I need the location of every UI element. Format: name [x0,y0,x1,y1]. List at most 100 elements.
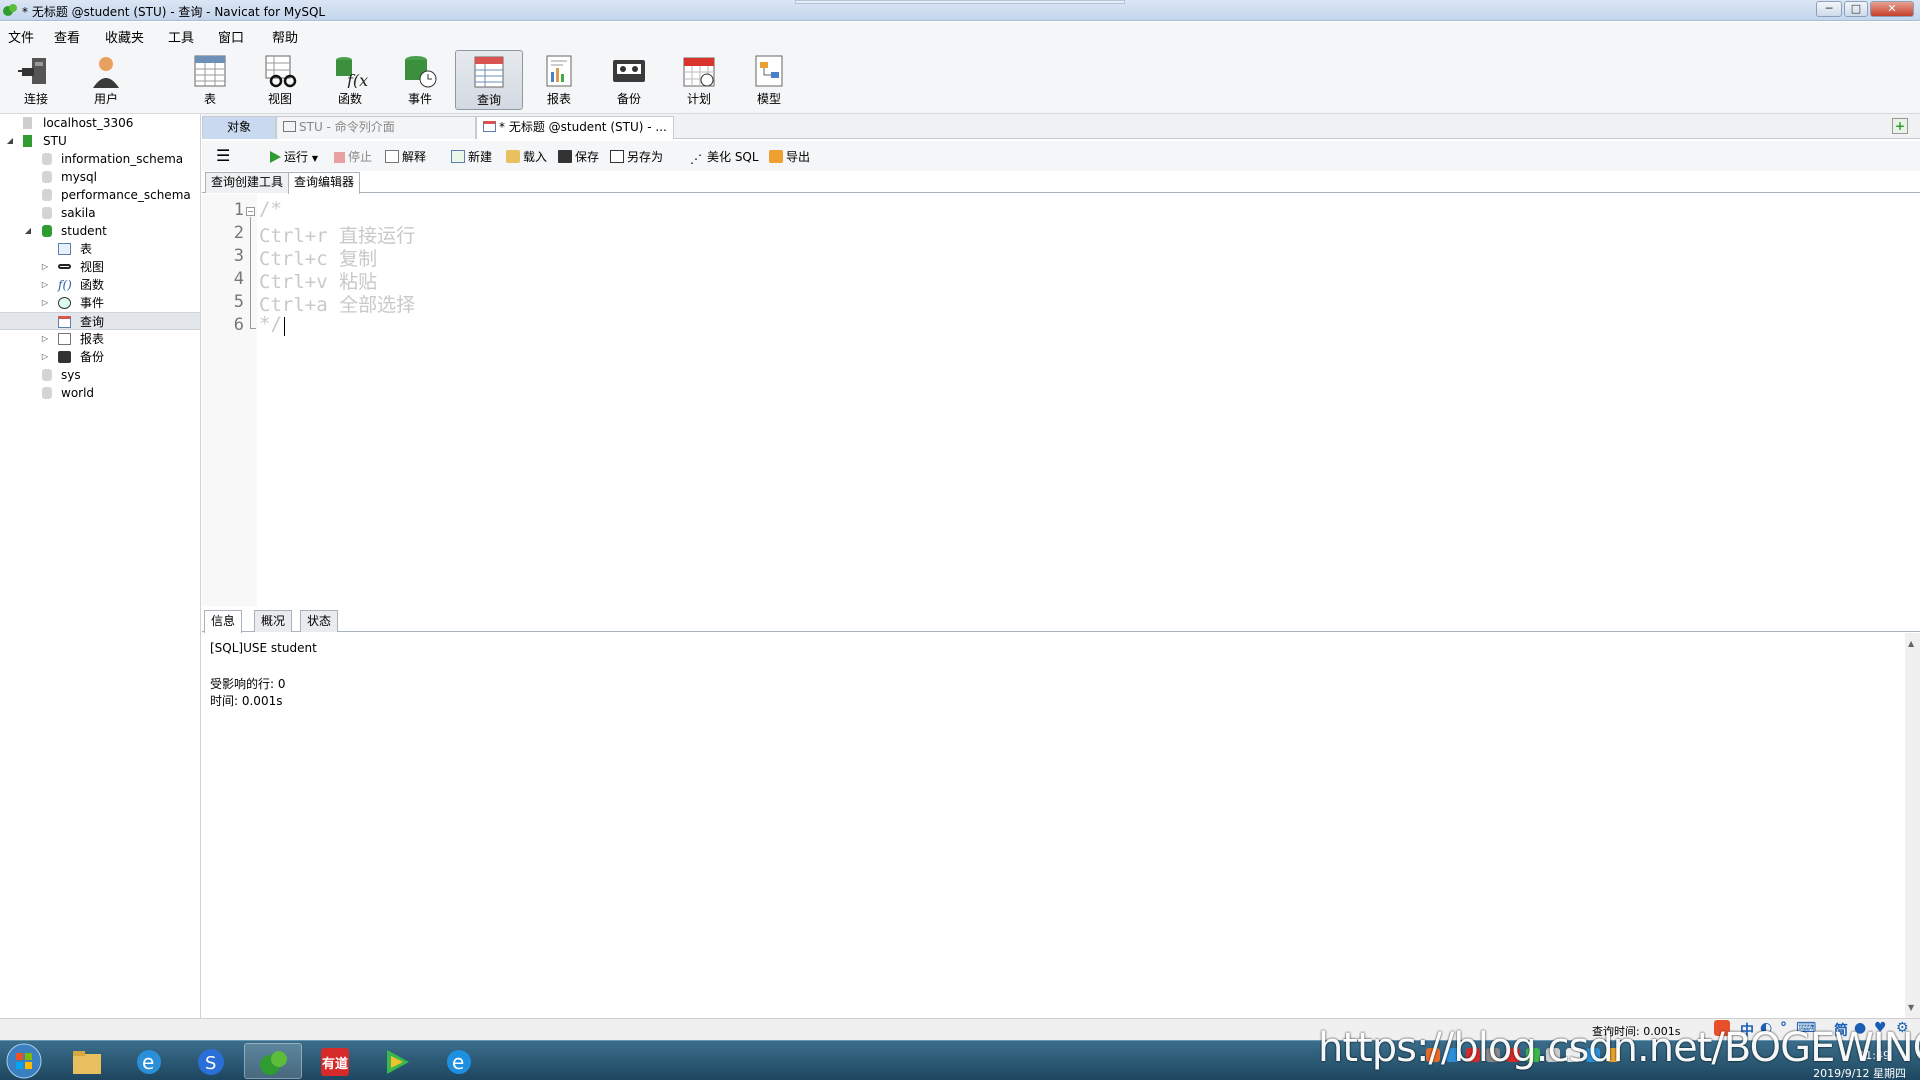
tree-node-backups[interactable]: ▷ 备份 [0,348,200,366]
tree-node-sys[interactable]: sys [0,366,200,384]
taskbar-explorer[interactable] [58,1043,116,1079]
line-number: 6 [233,315,244,335]
line-number: 2 [233,223,244,243]
load-button[interactable]: 载入 [506,148,547,165]
menu-window[interactable]: 窗口 [218,27,244,46]
tree-node-functions[interactable]: ▷ f() 函数 [0,276,200,294]
chevron-down-icon[interactable]: ▼ [312,154,318,163]
tab-status[interactable]: 状态 [300,610,339,632]
tree-node-events[interactable]: ▷ 事件 [0,294,200,312]
title-bar: * 无标题 @student (STU) - 查询 - Navicat for … [0,0,1920,21]
tree-node-performance-schema[interactable]: performance_schema [0,186,200,204]
main-toolbar: 连接 用户 表 视图 f(x) 函数 事件 [0,48,1920,114]
tree-node-views[interactable]: ▷ 视图 [0,258,200,276]
folder-icon [506,150,520,163]
result-sql-line: [SQL]USE student [210,641,317,655]
tab-objects[interactable]: 对象 [202,116,276,139]
tab-query-editor[interactable]: 查询编辑器 [288,172,361,194]
tab-current-query[interactable]: * 无标题 @student (STU) - ... [476,116,674,139]
menu-tools[interactable]: 工具 [168,27,194,46]
tree-node-connection[interactable]: localhost_3306 [0,114,200,132]
collapse-icon[interactable]: ◢ [23,222,33,240]
explain-button[interactable]: 解释 [385,148,426,165]
maximize-button[interactable]: □ [1844,1,1868,17]
svg-text:S: S [205,1053,216,1074]
taskbar-youdao[interactable]: 有道 [306,1043,364,1079]
close-button[interactable]: ✕ [1870,1,1914,17]
minimize-button[interactable]: ─ [1816,1,1842,17]
navicat-logo-icon [3,4,17,16]
text-cursor [284,317,285,336]
event-clock-icon [405,56,437,88]
taskbar-sogou[interactable]: S [182,1043,240,1079]
result-scrollbar[interactable]: ▲ ▼ [1905,633,1920,1018]
connect-button[interactable]: 连接 [2,50,70,110]
stop-button[interactable]: 停止 [334,148,372,165]
fold-toggle-icon[interactable]: − [246,207,255,216]
menu-file[interactable]: 文件 [8,27,34,46]
tree-node-queries[interactable]: 查询 [0,312,200,330]
expand-icon[interactable]: ▷ [40,276,50,294]
tree-node-tables[interactable]: 表 [0,240,200,258]
tree-node-sakila[interactable]: sakila [0,204,200,222]
database-gray-icon [42,171,52,183]
expand-icon[interactable]: ▷ [40,258,50,276]
save-button[interactable]: 保存 [558,148,599,165]
line-number: 1 [233,200,244,220]
save-as-button[interactable]: 另存为 [610,148,663,165]
event-button[interactable]: 事件 [386,50,454,110]
schedule-button[interactable]: 计划 [665,50,733,110]
tree-node-reports[interactable]: ▷ 报表 [0,330,200,348]
taskbar-ie[interactable]: e [120,1043,178,1079]
query-icon [58,316,71,328]
sogou-icon: S [198,1049,224,1075]
function-button[interactable]: f(x) 函数 [316,50,384,110]
expand-icon[interactable]: ▷ [40,294,50,312]
save-as-icon [610,150,624,163]
collapse-icon[interactable]: ◢ [5,132,15,150]
tab-overview[interactable]: 概况 [254,610,293,632]
navicat-logo-icon [260,1051,287,1075]
expand-icon[interactable]: ▷ [40,330,50,348]
tree-node-mysql[interactable]: mysql [0,168,200,186]
scroll-up-icon[interactable]: ▲ [1908,639,1914,648]
database-green-icon [42,225,52,237]
function-icon: f(x) [336,57,368,88]
start-button[interactable] [4,1041,48,1081]
line-number-gutter: 1 2 3 4 5 6 − [202,194,257,606]
new-button[interactable]: 新建 [451,148,492,165]
taskbar-edge[interactable]: e [430,1043,488,1079]
tree-node-stu[interactable]: ◢ STU [0,132,200,150]
tree-node-student[interactable]: ◢ student [0,222,200,240]
taskbar-media-player[interactable] [368,1043,426,1079]
export-button[interactable]: 导出 [769,148,810,165]
tab-command-line[interactable]: STU - 命令列介面 [276,116,476,139]
object-tree: localhost_3306 ◢ STU information_schema … [0,114,201,1020]
server-icon [23,117,32,129]
query-button[interactable]: 查询 [455,50,523,110]
expand-icon[interactable]: ▷ [40,348,50,366]
menu-bar: 文件 查看 收藏夹 工具 窗口 帮助 [0,22,1920,48]
sql-editor[interactable]: 1 2 3 4 5 6 − /* Ctrl+r 直接运行 Ctrl+c 复制 C… [202,194,1920,606]
table-button[interactable]: 表 [176,50,244,110]
user-button[interactable]: 用户 [72,50,140,110]
menu-help[interactable]: 帮助 [272,27,298,46]
menu-favorites[interactable]: 收藏夹 [105,27,144,46]
model-button[interactable]: 模型 [735,50,803,110]
result-tabs: 信息 概况 状态 [202,609,1920,633]
view-button[interactable]: 视图 [246,50,314,110]
tree-node-information-schema[interactable]: information_schema [0,150,200,168]
menu-view[interactable]: 查看 [54,27,80,46]
beautify-sql-button[interactable]: ⋰ 美化 SQL [690,148,759,166]
menu-hamburger-icon[interactable]: ☰ [216,146,230,165]
report-button[interactable]: 报表 [525,50,593,110]
tab-info[interactable]: 信息 [204,610,243,633]
save-icon [558,150,572,163]
taskbar-navicat[interactable] [244,1043,302,1079]
backup-button[interactable]: 备份 [595,50,663,110]
new-tab-icon[interactable]: + [1892,118,1908,134]
tab-query-builder[interactable]: 查询创建工具 [205,172,290,193]
run-button[interactable]: 运行 ▼ [270,148,318,165]
tree-node-world[interactable]: world [0,384,200,402]
scroll-down-icon[interactable]: ▼ [1908,1003,1914,1012]
